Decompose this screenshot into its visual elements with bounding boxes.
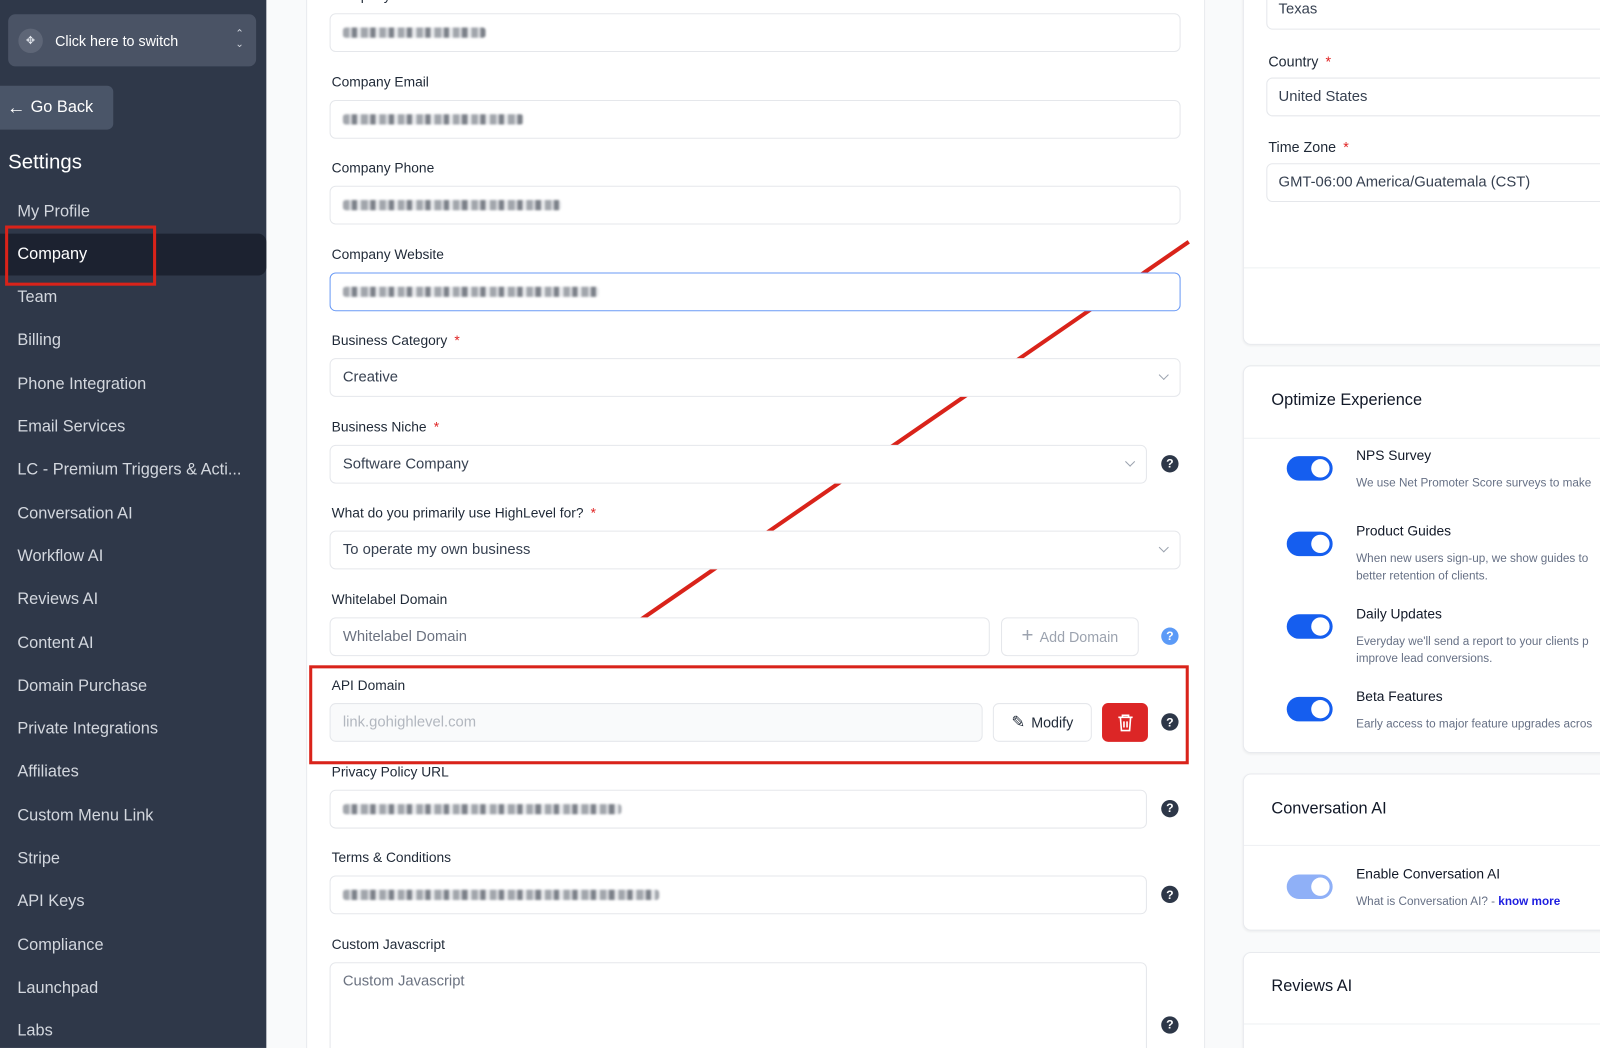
field-select[interactable]: Creative	[330, 358, 1181, 397]
redacted-value	[343, 286, 599, 296]
redacted-value	[343, 200, 561, 210]
help-icon[interactable]: ?	[1161, 455, 1178, 472]
field-label: Business Niche *	[332, 419, 439, 434]
field-label: Custom Javascript	[332, 936, 445, 951]
delete-button[interactable]	[1102, 703, 1148, 742]
help-icon[interactable]: ?	[1161, 886, 1178, 903]
plus-icon: +	[1022, 624, 1034, 647]
label-text: Company Website	[332, 246, 444, 261]
field-value: link.gohighlevel.com	[343, 714, 476, 730]
help-icon[interactable]: ?	[1161, 799, 1178, 816]
field-label: Company Name	[332, 0, 432, 3]
label-text: Company Name	[332, 0, 432, 3]
required-mark: *	[591, 505, 596, 520]
redacted-value	[343, 114, 524, 124]
label-text: Privacy Policy URL	[332, 764, 449, 779]
field-label: Terms & Conditions	[332, 850, 451, 865]
field-input[interactable]	[330, 13, 1181, 52]
field-label: Whitelabel Domain	[332, 591, 448, 606]
field-input[interactable]	[330, 789, 1147, 828]
field-input[interactable]	[330, 272, 1181, 311]
pencil-icon: ✎	[1011, 712, 1025, 732]
field-value: Whitelabel Domain	[343, 628, 467, 644]
label-text: Company Email	[332, 74, 429, 89]
field-textarea[interactable]: Custom Javascript	[330, 962, 1147, 1048]
field-label: Business Category *	[332, 333, 460, 348]
redacted-value	[343, 890, 659, 900]
chevron-down-icon	[1159, 370, 1169, 380]
field-label: Privacy Policy URL	[332, 764, 449, 779]
field-value: Software Company	[343, 456, 469, 472]
add-domain-button[interactable]: + Add Domain	[1001, 617, 1139, 656]
field-value: Creative	[343, 369, 398, 385]
label-text: Business Niche	[332, 419, 427, 434]
required-mark: *	[434, 419, 439, 434]
help-icon[interactable]: ?	[1161, 627, 1178, 644]
field-value: To operate my own business	[343, 542, 531, 558]
label-text: Business Category	[332, 333, 448, 348]
help-icon[interactable]: ?	[1161, 713, 1178, 730]
field-label: What do you primarily use HighLevel for?…	[332, 505, 596, 520]
field-label: Company Phone	[332, 160, 435, 175]
trash-icon	[1117, 713, 1133, 731]
add-domain-label: Add Domain	[1040, 628, 1119, 644]
label-text: Custom Javascript	[332, 936, 445, 951]
field-select[interactable]: To operate my own business	[330, 531, 1181, 570]
field-input[interactable]: Whitelabel Domain	[330, 617, 990, 656]
redacted-value	[343, 28, 486, 38]
redacted-value	[343, 804, 622, 814]
label-text: What do you primarily use HighLevel for?	[332, 505, 584, 520]
chevron-down-icon	[1159, 542, 1169, 552]
field-value: Custom Javascript	[343, 973, 465, 989]
field-label: API Domain	[332, 678, 406, 693]
label-text: API Domain	[332, 678, 406, 693]
field-label: Company Email	[332, 74, 429, 89]
modify-label: Modify	[1031, 714, 1073, 730]
field-input[interactable]: link.gohighlevel.com	[330, 703, 983, 742]
field-input[interactable]	[330, 186, 1181, 225]
help-icon[interactable]: ?	[1161, 1016, 1178, 1033]
field-input[interactable]	[330, 99, 1181, 138]
required-mark: *	[454, 333, 459, 348]
label-text: Whitelabel Domain	[332, 591, 448, 606]
field-select[interactable]: Software Company	[330, 444, 1147, 483]
chevron-down-icon	[1125, 456, 1135, 466]
label-text: Terms & Conditions	[332, 850, 451, 865]
label-text: Company Phone	[332, 160, 435, 175]
field-input[interactable]	[330, 876, 1147, 915]
field-label: Company Website	[332, 246, 444, 261]
modify-button[interactable]: ✎ Modify	[993, 703, 1092, 742]
